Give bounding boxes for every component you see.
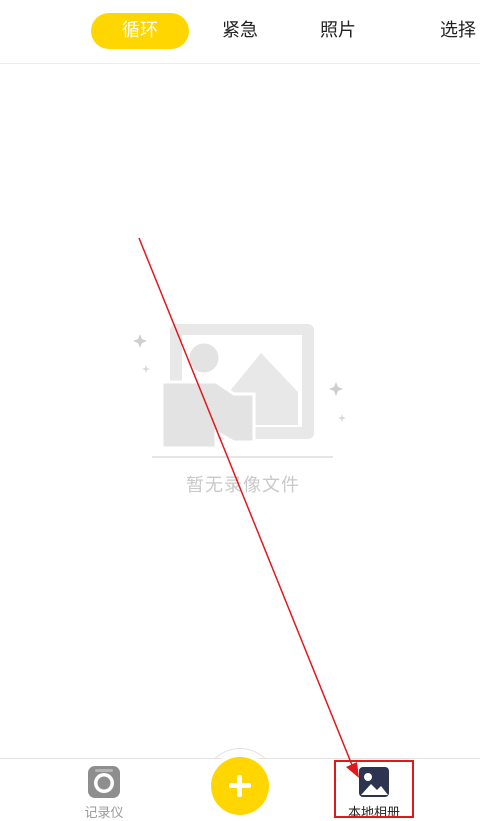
- tab-photo[interactable]: 照片: [306, 13, 370, 49]
- camera-icon: [88, 766, 120, 798]
- empty-video-icon: [133, 324, 346, 458]
- empty-state-message: 暂无录像文件: [186, 475, 300, 496]
- top-tab-bar: 循环 紧急 照片 选择: [0, 0, 480, 64]
- nav-recorder[interactable]: 记录仪: [72, 759, 136, 821]
- tab-emergency[interactable]: 紧急: [208, 13, 272, 49]
- annotation-highlight-box: [334, 760, 414, 818]
- plus-icon-vertical: [237, 775, 242, 797]
- tab-loop[interactable]: 循环: [91, 13, 189, 49]
- nav-recorder-label: 记录仪: [84, 806, 124, 821]
- add-button[interactable]: [211, 757, 269, 815]
- select-button[interactable]: 选择: [426, 13, 480, 49]
